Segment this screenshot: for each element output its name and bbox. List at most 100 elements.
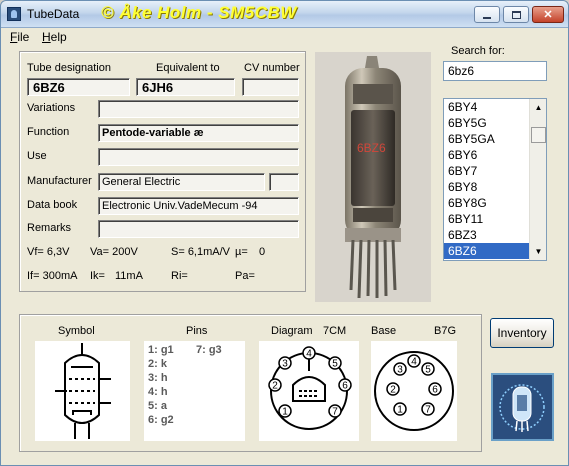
scroll-down-icon[interactable]: ▼ (531, 244, 546, 259)
list-item[interactable]: 6BZ3 (444, 227, 530, 243)
pa-label: Pa= (235, 270, 255, 282)
list-item[interactable]: 6BY6 (444, 147, 530, 163)
tube-designation-field[interactable]: 6BZ6 (27, 78, 130, 96)
base-pin-number: 2 (390, 385, 396, 396)
base-pin-number: 4 (411, 357, 417, 368)
list-item[interactable]: 6BY11 (444, 211, 530, 227)
base-pin-number: 7 (425, 405, 431, 416)
pin-entry: 7: g3 (196, 344, 222, 356)
pentode-symbol-icon (55, 343, 111, 439)
function-field[interactable]: Pentode-variable æ (98, 124, 299, 142)
remarks-label: Remarks (27, 222, 72, 234)
diagram-box: 1 23 4 56 7 (259, 341, 359, 441)
s-value: S= 6,1mA/V (171, 246, 231, 258)
if-value: If= 300mA (27, 270, 78, 282)
list-item[interactable]: 6BY4 (444, 99, 530, 115)
pin-entry: 2: k (148, 358, 167, 370)
list-item[interactable]: 6BY5GA (444, 131, 530, 147)
function-label: Function (27, 126, 70, 138)
tube-app-icon (7, 7, 21, 21)
base-pin-number: 1 (397, 405, 403, 416)
base-code: B7G (434, 325, 457, 337)
use-label: Use (27, 150, 47, 162)
scroll-thumb[interactable] (531, 127, 546, 143)
list-item[interactable]: 6BY5G (444, 115, 530, 131)
pin-diagram-icon: 1 23 4 56 7 (268, 346, 352, 430)
copyright-banner: © Åke Holm - SM5CBW (101, 3, 297, 22)
mu-value: 0 (259, 246, 266, 258)
cv-number-label: CV number (244, 62, 300, 74)
maximize-icon (511, 10, 521, 19)
use-field[interactable] (98, 148, 299, 166)
data-book-label: Data book (27, 199, 78, 211)
symbol-title: Symbol (58, 325, 95, 337)
remarks-field[interactable] (98, 220, 299, 238)
data-book-field[interactable]: Electronic Univ.VadeMecum -94 (98, 197, 299, 215)
maximize-button[interactable] (503, 6, 529, 23)
menu-help-accel: H (42, 30, 51, 44)
tube-listbox[interactable]: 6BY4 6BY5G 6BY5GA 6BY6 6BY7 6BY8 6BY8G 6BY11 6BZ… (443, 98, 547, 261)
diagram-code: 7CM (323, 325, 347, 337)
minimize-button[interactable] (474, 6, 500, 23)
manufacturer-field[interactable]: General Electric (98, 173, 265, 191)
menu-file[interactable]: File (10, 30, 29, 44)
tube-logo-icon (491, 373, 554, 441)
pins-list: 1: g1 7: g3 2: k 3: h 4: h 5: a 6: g2 (148, 344, 241, 442)
menu-help[interactable]: Help (42, 30, 67, 44)
diagram-pin-number: 4 (306, 349, 312, 360)
vf-value: Vf= 6,3V (27, 246, 70, 258)
tube-logo-svg (493, 375, 552, 439)
diagram-pin-labels: 1 23 4 56 7 (268, 346, 352, 418)
base-title: Base (371, 325, 397, 337)
title-bar[interactable]: TubeData © Åke Holm - SM5CBW ✕ (1, 1, 568, 28)
base-pin-number: 5 (425, 365, 431, 376)
diagram-pin-number: 7 (332, 407, 338, 418)
diagram-pin-number: 6 (342, 381, 348, 392)
list-item[interactable]: 6BZ6 (444, 243, 530, 259)
window-title: TubeData (27, 7, 80, 21)
equivalent-label: Equivalent to (156, 62, 220, 74)
diagram-pin-number: 5 (332, 359, 338, 370)
manufacturer-code-field[interactable] (269, 173, 299, 191)
search-input[interactable] (443, 61, 547, 81)
pin-entry: 5: a (148, 400, 167, 412)
tube-designation-label: Tube designation (27, 62, 111, 74)
base-pin-labels: 1234567 (386, 354, 442, 416)
close-icon: ✕ (543, 9, 553, 21)
equivalent-field[interactable]: 6JH6 (136, 78, 235, 96)
pin-entry: 3: h (148, 372, 168, 384)
base-pin-number: 3 (397, 365, 403, 376)
variations-label: Variations (27, 102, 76, 114)
cv-number-field[interactable] (242, 78, 299, 96)
search-label: Search for: (451, 45, 505, 57)
scroll-up-icon[interactable]: ▲ (531, 100, 546, 115)
diagram-title: Diagram (271, 325, 313, 337)
base-box: 1234567 (371, 341, 457, 441)
list-item[interactable]: 6BY7 (444, 163, 530, 179)
diagram-pin-number: 1 (282, 407, 288, 418)
pins-box: 1: g1 7: g3 2: k 3: h 4: h 5: a 6: g2 (144, 341, 245, 441)
menu-help-label: elp (50, 30, 67, 44)
close-button[interactable]: ✕ (532, 6, 564, 23)
diagram-pin-number: 3 (282, 359, 288, 370)
list-item[interactable]: 6BY8G (444, 195, 530, 211)
base-pinout-icon: 1234567 (374, 351, 454, 431)
menu-file-label: ile (17, 30, 30, 44)
ik-label: Ik= (90, 270, 105, 282)
tube-print-text: 6BZ6 (357, 141, 386, 155)
pins-title: Pins (186, 325, 208, 337)
variations-field[interactable] (98, 100, 299, 118)
pin-entry: 4: h (148, 386, 168, 398)
va-value: Va= 200V (90, 246, 138, 258)
list-scrollbar[interactable]: ▲ ▼ (529, 99, 546, 260)
tube-photo: 6BZ6 (315, 52, 431, 302)
minimize-icon (483, 16, 491, 19)
manufacturer-label: Manufacturer (27, 175, 92, 187)
mu-label: µ= (235, 246, 248, 258)
inventory-button[interactable]: Inventory (490, 318, 554, 348)
tube-photo-svg: 6BZ6 (345, 56, 401, 299)
diagram-pin-number: 2 (272, 381, 278, 392)
pin-entry: 1: g1 (148, 344, 174, 356)
list-item[interactable]: 6BY8 (444, 179, 530, 195)
pin-entry: 6: g2 (148, 414, 174, 426)
